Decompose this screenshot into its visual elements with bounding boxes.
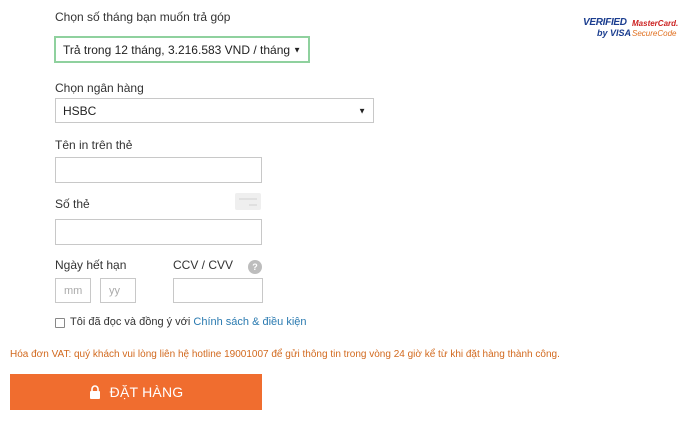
installment-label: Chọn số tháng bạn muốn trả góp	[55, 10, 231, 24]
expiry-month-input[interactable]	[55, 278, 91, 303]
card-name-label: Tên in trên thẻ	[55, 138, 133, 152]
bank-label: Chọn ngân hàng	[55, 81, 144, 95]
bank-select[interactable]: HSBC ▼	[55, 98, 374, 123]
mc-line2: SecureCode	[632, 29, 677, 38]
installment-select[interactable]: Trả trong 12 tháng, 3.216.583 VND / thán…	[54, 36, 310, 63]
mastercard-securecode-logo: MasterCard. SecureCode	[632, 19, 682, 43]
visa-line1: VERIFIED	[583, 17, 627, 28]
agree-checkbox[interactable]	[55, 318, 65, 328]
cvv-label: CCV / CVV	[173, 258, 234, 272]
place-order-label: ĐẶT HÀNG	[109, 384, 184, 400]
payment-form: Chọn số tháng bạn muốn trả góp Trả trong…	[0, 0, 682, 426]
help-icon[interactable]: ?	[248, 260, 262, 274]
card-name-input[interactable]	[55, 157, 262, 183]
bank-value: HSBC	[63, 103, 97, 118]
policy-link[interactable]: Chính sách & điều kiện	[193, 316, 306, 328]
visa-line2: by VISA	[596, 28, 631, 38]
expiry-year-input[interactable]	[100, 278, 136, 303]
cvv-input[interactable]	[173, 278, 263, 303]
card-number-input[interactable]	[55, 219, 262, 245]
lock-icon	[89, 385, 101, 399]
credit-card-icon	[235, 193, 261, 210]
expiry-label: Ngày hết hạn	[55, 258, 127, 272]
mc-line1: MasterCard.	[632, 19, 679, 28]
verified-by-visa-logo: VERIFIED by VISA	[583, 17, 631, 43]
vat-note: Hóa đơn VAT: quý khách vui lòng liên hệ …	[10, 349, 560, 360]
installment-value: Trả trong 12 tháng, 3.216.583 VND / thán…	[63, 42, 291, 57]
place-order-button[interactable]: ĐẶT HÀNG	[10, 374, 262, 410]
chevron-down-icon: ▼	[358, 106, 366, 115]
agree-label: Tôi đã đọc và đồng ý với	[70, 316, 194, 328]
agree-text: Tôi đã đọc và đồng ý với Chính sách & đi…	[70, 316, 307, 328]
card-number-label: Số thẻ	[55, 197, 90, 211]
chevron-down-icon: ▼	[293, 45, 301, 54]
